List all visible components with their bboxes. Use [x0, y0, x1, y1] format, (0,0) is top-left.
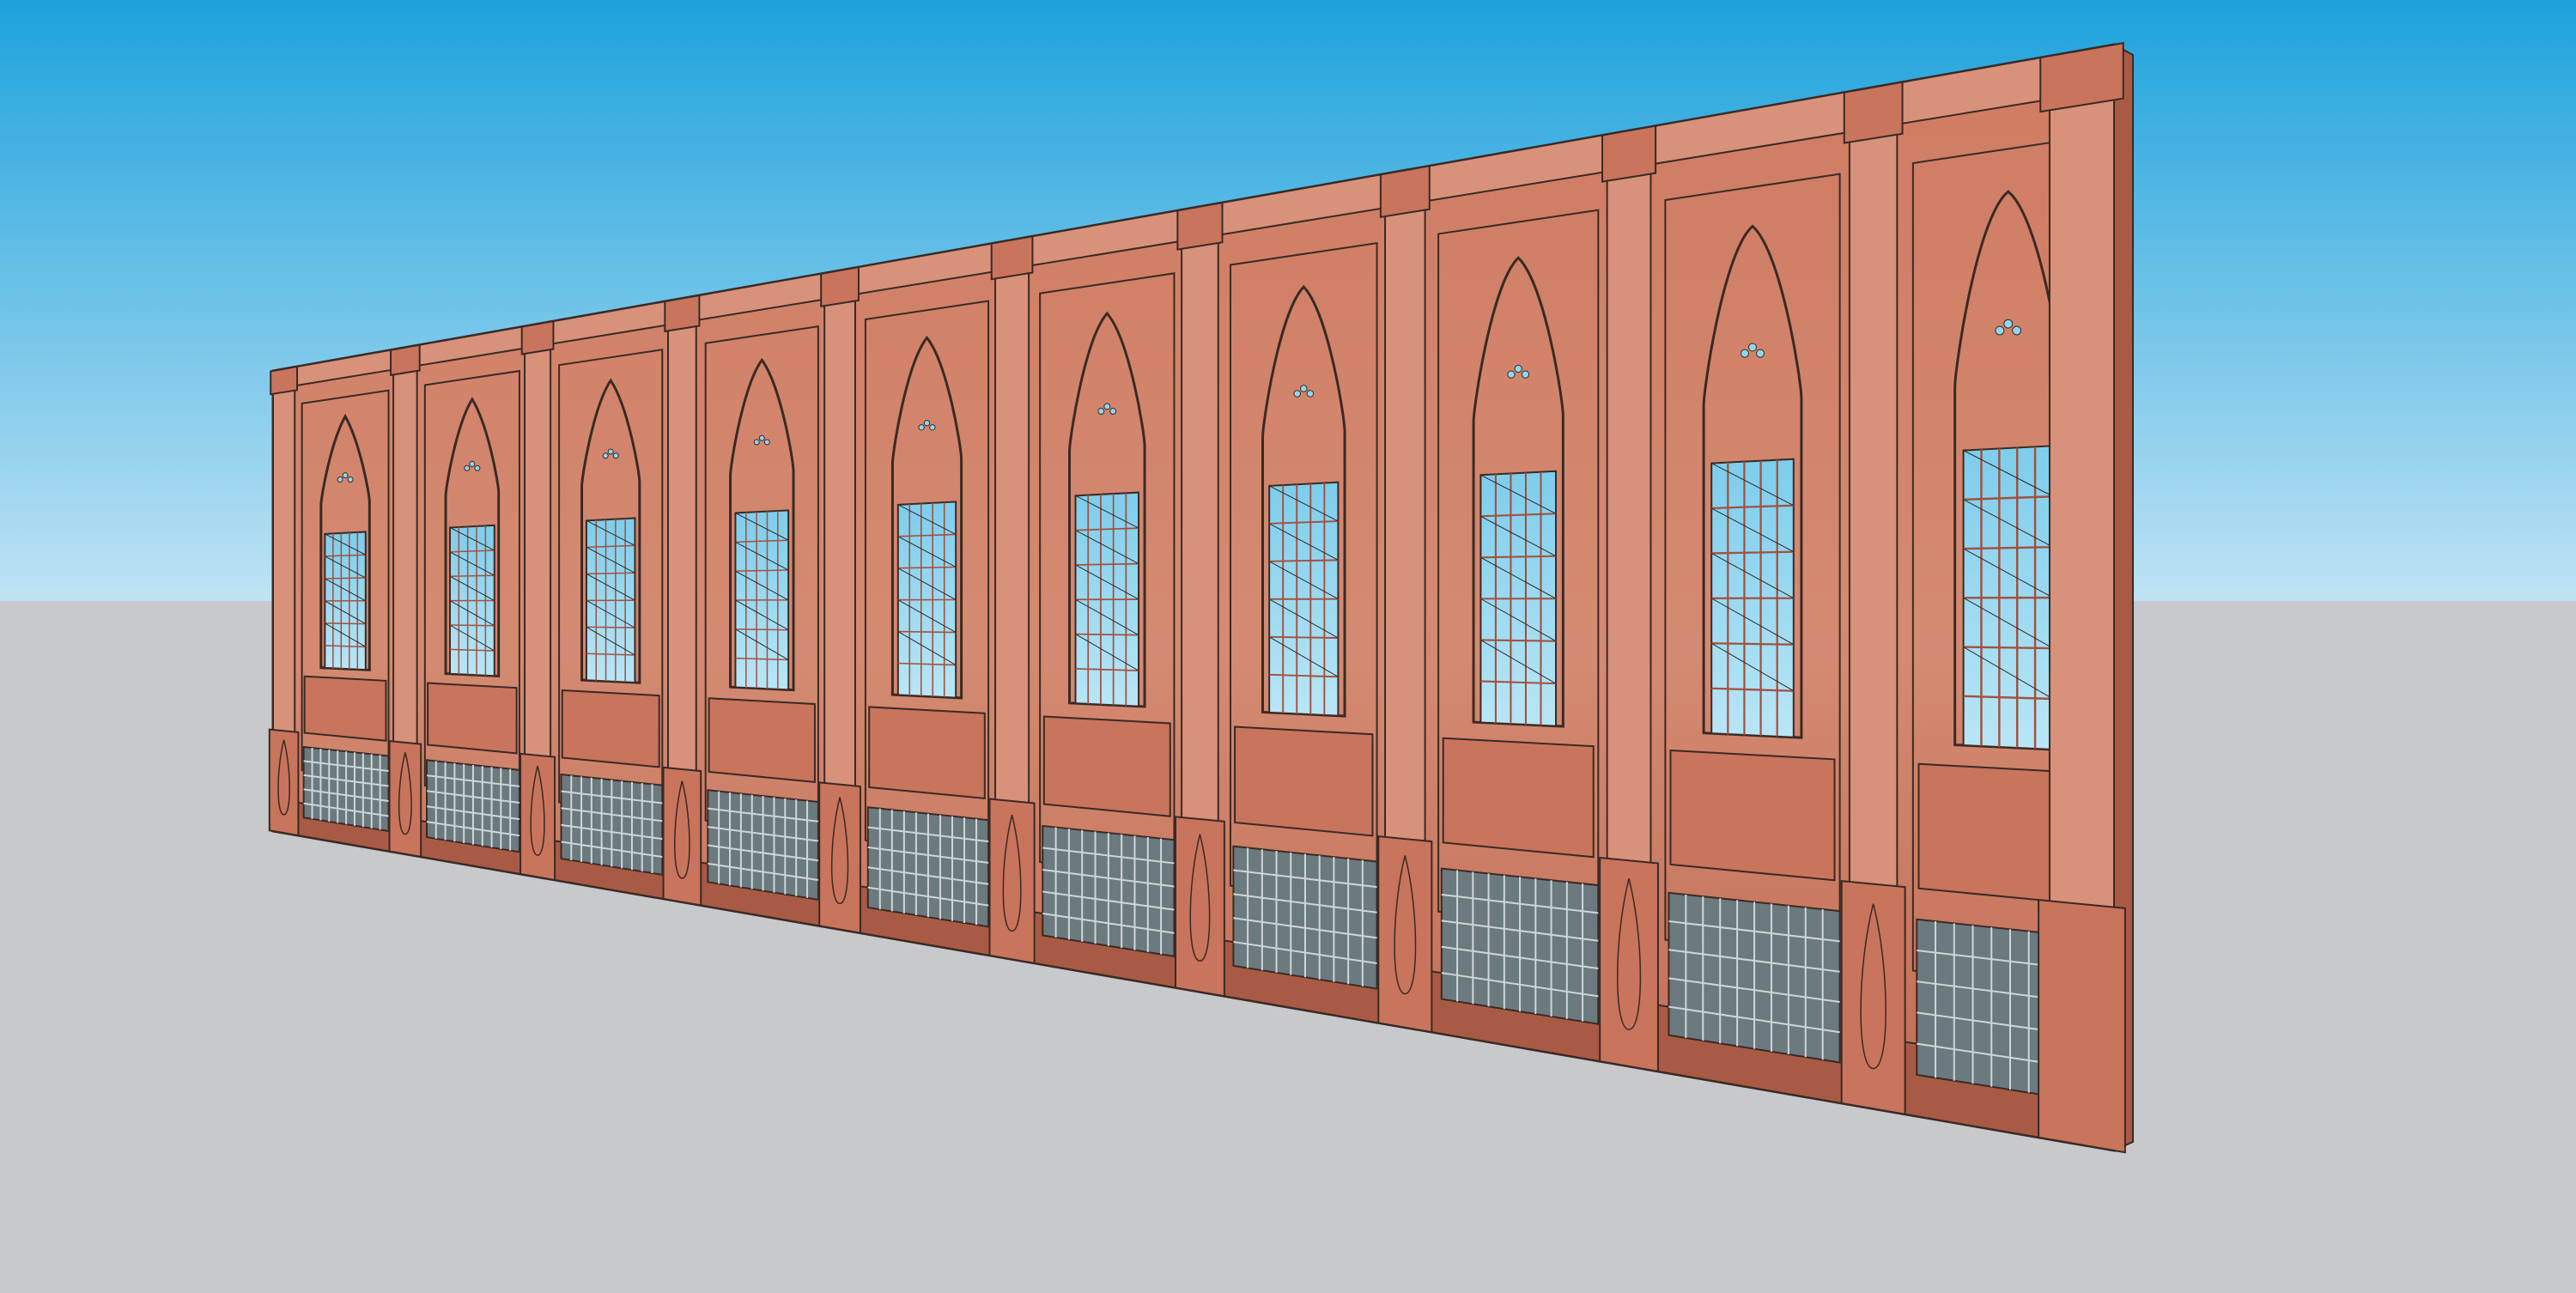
ornament-hole: [918, 424, 925, 431]
ornament-hole: [763, 439, 770, 446]
scene-canvas: [0, 0, 2576, 1293]
pillar-capital: [1601, 124, 1657, 183]
jali-bar: [586, 626, 635, 628]
ornament-hole: [474, 464, 481, 471]
jali-bar: [325, 577, 366, 580]
pillar-capital: [390, 343, 421, 377]
ornament-hole: [1306, 390, 1315, 398]
ornament-hole: [1747, 343, 1758, 352]
ornament-hole: [1097, 408, 1105, 415]
ornament-hole: [1740, 349, 1749, 358]
model-viewport[interactable]: [0, 0, 2576, 1293]
jali-bar: [449, 574, 495, 577]
ornament-hole: [923, 420, 931, 427]
pillar-capital: [664, 294, 701, 333]
ornament-hole: [758, 434, 765, 441]
jali-bar: [449, 624, 495, 627]
ornament-hole: [753, 439, 760, 446]
ornament-hole: [1995, 325, 2005, 336]
ornament-hole: [1507, 370, 1516, 379]
ornament-hole: [1299, 385, 1308, 392]
sill-panel: [1234, 725, 1374, 837]
pillar-base: [388, 740, 422, 859]
ornament-hole: [929, 424, 936, 431]
end-pillar-base: [2038, 899, 2126, 1154]
ornament-hole: [1756, 349, 1765, 358]
pillar-capital: [520, 319, 555, 355]
sill-panel: [561, 689, 660, 768]
pillar-base: [988, 798, 1036, 965]
pillar-base: [268, 728, 300, 837]
ornament-hole: [2003, 319, 2014, 329]
jali-bar: [325, 622, 366, 625]
ornament-hole: [607, 448, 614, 455]
pillar-base: [1175, 816, 1225, 998]
ornament-hole: [469, 460, 476, 467]
sill-panel: [1042, 715, 1171, 817]
sill-panel: [303, 675, 387, 742]
jali-bar: [1963, 646, 2053, 650]
jali-bar: [735, 628, 789, 631]
jali-bar: [1075, 633, 1139, 636]
pillar-capital: [990, 235, 1034, 281]
ornament-hole: [342, 472, 349, 479]
pillar-base: [818, 781, 861, 934]
pillar-capital: [1843, 81, 1904, 144]
sill-panel: [427, 682, 518, 755]
pillar-capital: [1176, 201, 1224, 251]
ornament-hole: [1293, 390, 1301, 398]
jali-bar: [897, 630, 957, 634]
ornament-hole: [337, 476, 343, 483]
ornament-hole: [1521, 370, 1530, 379]
ornament-hole: [612, 452, 619, 459]
sill-panel: [1442, 737, 1595, 859]
sill-panel: [868, 706, 986, 800]
jali-bar: [586, 572, 635, 575]
pillar-base: [1599, 856, 1659, 1073]
ornament-hole: [464, 464, 471, 471]
ornament-hole: [1514, 364, 1522, 373]
pillar-capital: [820, 265, 860, 308]
jali-bar: [1269, 635, 1339, 639]
pillar-base: [1377, 835, 1433, 1034]
ornament-hole: [1103, 403, 1111, 410]
pillar-capital: [270, 365, 299, 396]
pillar-base: [1840, 879, 1906, 1115]
sill-panel: [708, 697, 816, 783]
jali-bar: [1711, 642, 1794, 646]
ornament-hole: [347, 476, 354, 483]
pillar-capital: [1379, 165, 1431, 218]
ornament-hole: [2012, 325, 2022, 336]
pillar-base: [519, 752, 556, 882]
ornament-hole: [1109, 408, 1117, 415]
sill-panel: [1669, 750, 1836, 882]
ornament-hole: [602, 452, 609, 459]
pillar-base: [662, 766, 702, 907]
